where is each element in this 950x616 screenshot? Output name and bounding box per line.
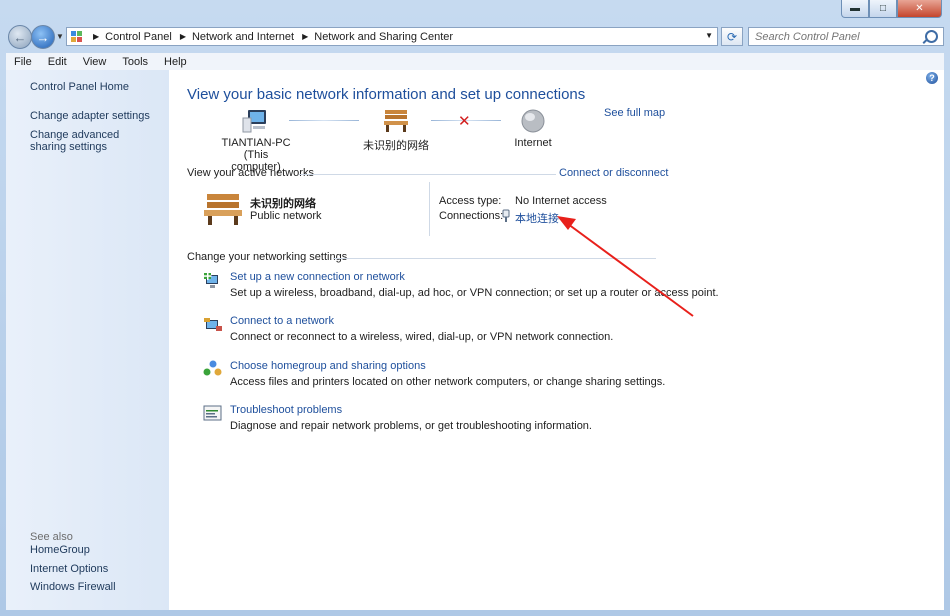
windows-firewall-link[interactable]: Windows Firewall [30,581,116,593]
local-area-connection-link[interactable]: 本地连接 [515,210,559,226]
map-network[interactable]: 未识别的网络 [359,108,433,153]
forward-button[interactable]: → [31,25,55,49]
menu-help[interactable]: Help [156,56,195,68]
menu-edit[interactable]: Edit [40,56,75,68]
control-panel-icon [71,30,83,43]
connect-or-disconnect-link[interactable]: Connect or disconnect [559,167,668,179]
connect-to-network-link[interactable]: Connect to a network [230,315,334,327]
setup-new-connection-link[interactable]: Set up a new connection or network [230,271,405,283]
back-button[interactable]: ← [8,25,32,49]
address-dropdown-icon[interactable]: ▼ [705,31,713,40]
caption-buttons: ▬ □ ✕ [841,0,942,18]
connections-label: Connections: [439,210,504,222]
active-networks-header: View your active networks [187,167,314,179]
globe-icon [521,109,545,133]
control-panel-home-link[interactable]: Control Panel Home [30,81,129,93]
map-computer[interactable]: TIANTIAN-PC (This computer) [219,108,293,173]
search-icon[interactable] [925,30,938,43]
menu-bar: File Edit View Tools Help [6,53,944,70]
map-internet[interactable]: Internet [496,108,570,149]
see-also-label: See also [30,531,73,543]
menu-view[interactable]: View [75,56,115,68]
access-type-value: No Internet access [515,195,607,207]
change-advanced-sharing-settings-link[interactable]: Change advanced sharing settings [30,129,154,153]
help-icon[interactable]: ? [926,72,938,84]
navigation-bar: ← → ▼ ▶ Control Panel ▶ Network and Inte… [6,24,944,50]
network-type-link[interactable]: Public network [250,210,322,222]
homegroup-icon [203,360,222,376]
maximize-button[interactable]: □ [869,0,897,18]
computer-name: TIANTIAN-PC [221,137,291,149]
connect-to-network-icon [204,318,222,331]
bench-network-icon [204,194,242,225]
search-box[interactable] [748,27,944,46]
networking-settings-header: Change your networking settings [187,251,348,263]
minimize-button[interactable]: ▬ [841,0,869,18]
breadcrumb-separator[interactable]: ▶ [93,32,99,41]
window-frame: ▬ □ ✕ ← → ▼ ▶ Control Panel ▶ Network an… [0,0,950,616]
disconnected-x-icon: ✕ [458,113,471,130]
ethernet-icon [502,209,510,222]
recent-pages-dropdown[interactable]: ▼ [56,32,64,41]
internet-options-link[interactable]: Internet Options [30,563,108,575]
close-button[interactable]: ✕ [897,0,942,18]
menu-file[interactable]: File [6,56,40,68]
search-input[interactable] [749,29,922,44]
menu-tools[interactable]: Tools [114,56,156,68]
main-content: ? View your basic network information an… [169,70,944,610]
homegroup-sharing-desc: Access files and printers located on oth… [230,376,666,388]
page-title: View your basic network information and … [187,86,586,103]
network-map-label: 未识别的网络 [363,140,429,152]
breadcrumb-separator[interactable]: ▶ [302,32,308,41]
access-type-label: Access type: [439,195,502,207]
section-divider [299,174,556,175]
homegroup-sharing-link[interactable]: Choose homegroup and sharing options [230,360,426,372]
internet-label: Internet [514,137,552,149]
change-adapter-settings-link[interactable]: Change adapter settings [30,110,150,122]
connect-to-network-desc: Connect or reconnect to a wireless, wire… [230,331,614,343]
setup-new-connection-desc: Set up a wireless, broadband, dial-up, a… [230,287,719,299]
troubleshoot-problems-desc: Diagnose and repair network problems, or… [230,420,592,432]
address-bar[interactable]: ▶ Control Panel ▶ Network and Internet ▶… [66,27,718,46]
breadcrumb-separator[interactable]: ▶ [180,32,186,41]
breadcrumb-network-and-internet[interactable]: Network and Internet [192,31,294,43]
section-divider [333,258,656,259]
task-pane: Control Panel Home Change adapter settin… [6,70,169,610]
troubleshoot-problems-link[interactable]: Troubleshoot problems [230,404,342,416]
bench-icon [384,110,408,132]
refresh-button[interactable]: ⟳ [721,27,743,46]
homegroup-link[interactable]: HomeGroup [30,544,90,556]
computer-icon [242,110,266,133]
troubleshoot-icon [203,405,222,421]
new-connection-icon [203,272,218,288]
vertical-divider [429,182,430,236]
network-name: 未识别的网络 [250,198,316,210]
map-connection-line [289,120,359,121]
breadcrumb-network-and-sharing-center[interactable]: Network and Sharing Center [314,31,453,43]
breadcrumb-control-panel[interactable]: Control Panel [105,31,172,43]
see-full-map-link[interactable]: See full map [604,107,665,119]
